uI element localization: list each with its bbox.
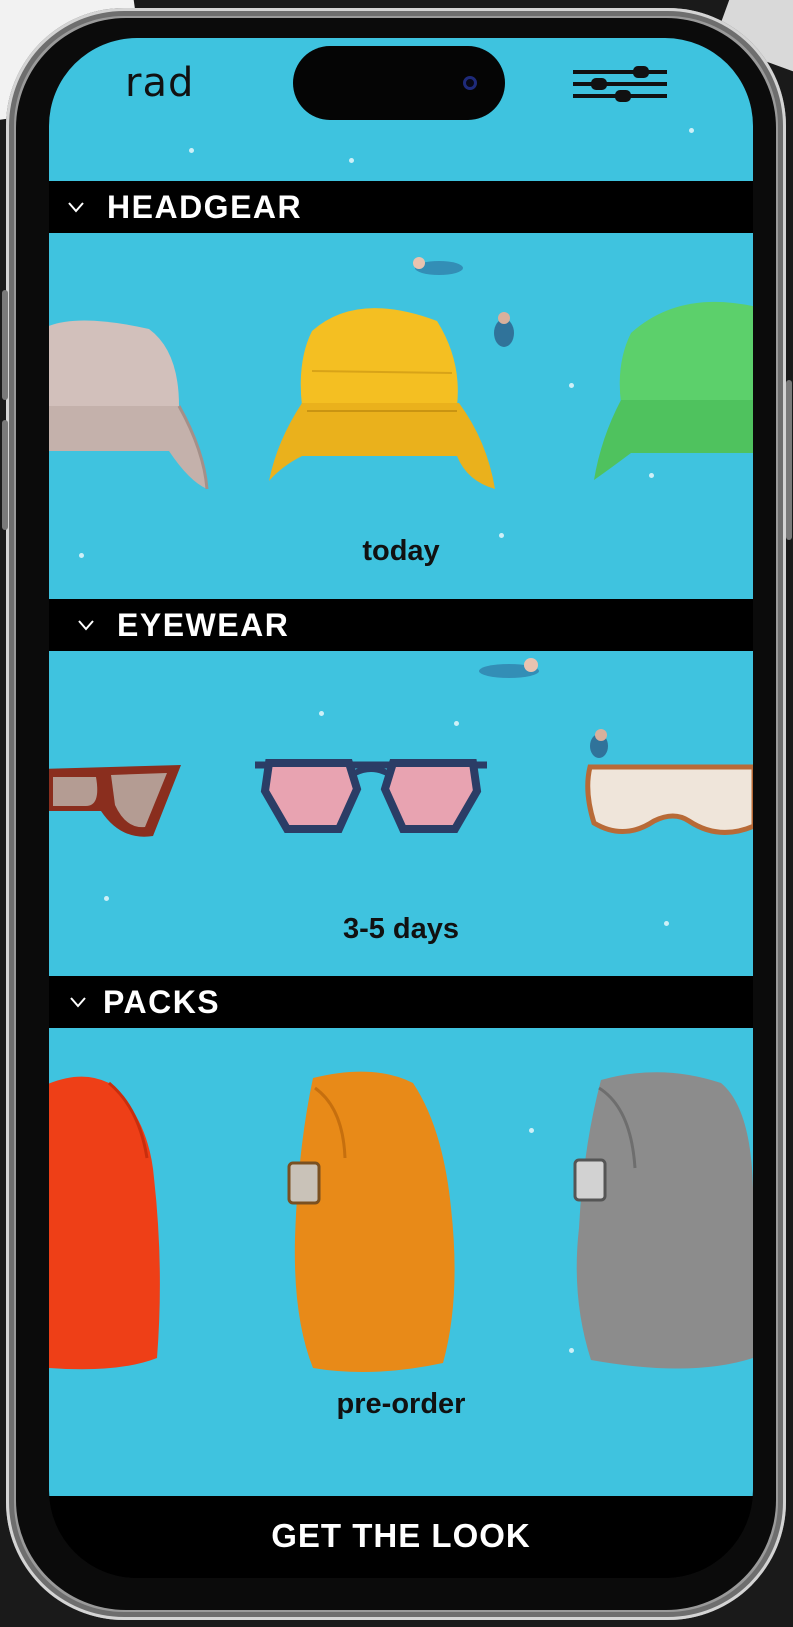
availability-label: 3-5 days	[342, 913, 460, 945]
section-title: HEADGEAR	[107, 188, 303, 225]
tortoise-cat-eye-sunglasses[interactable]	[49, 761, 191, 851]
power-button	[786, 380, 792, 540]
section-header-eyewear[interactable]: EYEWEAR	[49, 599, 753, 651]
top-bar: rad	[49, 38, 753, 181]
swimmer-figure	[479, 658, 608, 758]
product-carousel-packs[interactable]: pre-order	[49, 1028, 753, 1496]
shield-visor-sunglasses[interactable]	[584, 761, 753, 851]
beige-bucket-hat[interactable]	[49, 311, 219, 501]
product-carousel-eyewear[interactable]: 3-5 days	[49, 651, 753, 976]
section-header-packs[interactable]: PACKS	[49, 976, 753, 1028]
grey-backpack[interactable]	[571, 1068, 753, 1378]
filter-sliders-button[interactable]	[573, 62, 669, 106]
dynamic-island	[293, 46, 505, 120]
brand-logo[interactable]: rad	[125, 60, 194, 106]
camera-icon	[463, 76, 477, 90]
volume-button	[2, 290, 8, 400]
phone-screen: rad HEADGEAR today EYEWEAR 3-5 days PACK…	[49, 38, 753, 1578]
pink-lens-sunglasses[interactable]	[251, 751, 491, 841]
section-title: EYEWEAR	[117, 606, 290, 643]
get-the-look-button[interactable]: GET THE LOOK	[49, 1496, 753, 1578]
availability-label: today	[362, 535, 440, 567]
volume-button	[2, 420, 8, 530]
yellow-bucket-hat[interactable]	[267, 291, 497, 491]
red-backpack[interactable]	[49, 1068, 179, 1378]
chevron-down-icon	[78, 620, 94, 631]
section-header-headgear[interactable]: HEADGEAR	[49, 181, 753, 233]
product-carousel-headgear[interactable]: today	[49, 233, 753, 599]
orange-backpack[interactable]	[283, 1068, 463, 1378]
chevron-down-icon	[70, 997, 86, 1008]
section-title: PACKS	[103, 983, 221, 1020]
green-bucket-hat[interactable]	[591, 288, 753, 488]
chevron-down-icon	[68, 202, 84, 213]
availability-label: pre-order	[336, 1388, 466, 1420]
